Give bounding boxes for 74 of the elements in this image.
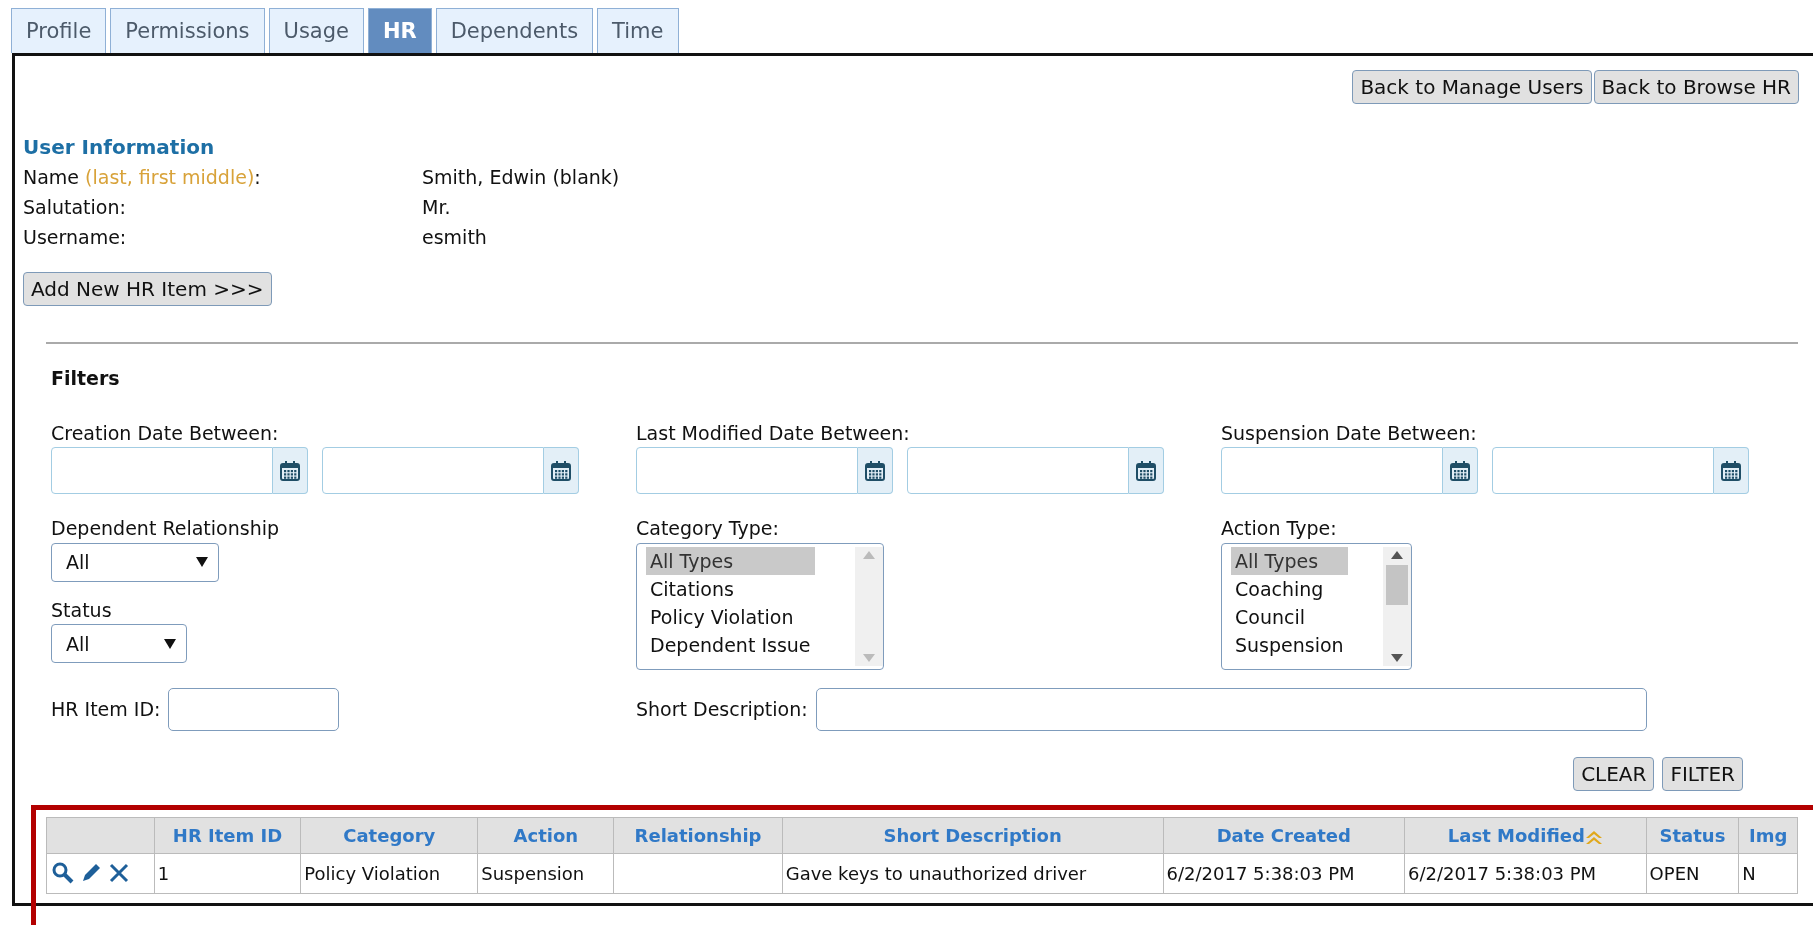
table-cell: N: [1738, 853, 1798, 894]
text-field[interactable]: [168, 687, 340, 731]
filter-label: Suspension Date Between:: [1221, 420, 1478, 446]
scroll-down-icon[interactable]: [1391, 653, 1403, 662]
list-option[interactable]: Suspension: [1231, 630, 1348, 659]
filter-label: Last Modified Date Between:: [636, 420, 911, 446]
calendar-button[interactable]: [1129, 447, 1164, 495]
list-option[interactable]: Policy Violation: [646, 602, 815, 631]
delete-icon[interactable]: [108, 862, 130, 885]
tab[interactable]: Profile: [11, 8, 107, 54]
calendar-button[interactable]: [273, 447, 308, 495]
filter-label: Short Description:: [636, 697, 808, 723]
date-field[interactable]: [322, 447, 544, 495]
tab[interactable]: Time: [597, 8, 679, 54]
table-cell: Policy Violation: [300, 853, 478, 894]
filter-label: Category Type:: [636, 516, 780, 542]
list-option[interactable]: All Types: [646, 546, 815, 575]
table-cell: OPEN: [1646, 853, 1739, 894]
table-cell: Suspension: [477, 853, 614, 894]
table-cell: Gave keys to unauthorized driver: [782, 853, 1164, 894]
dropdown-arrow-icon: [164, 638, 176, 649]
list-option[interactable]: All Types: [1231, 546, 1348, 575]
field-label: Username:: [23, 226, 127, 249]
select-field[interactable]: All: [51, 542, 219, 582]
field-label: Salutation:: [23, 196, 126, 219]
date-field[interactable]: [636, 447, 858, 495]
calendar-icon[interactable]: [279, 459, 301, 482]
calendar-icon[interactable]: [1720, 459, 1742, 482]
list-option[interactable]: Citations: [646, 574, 815, 603]
scrollbar-thumb[interactable]: [1386, 564, 1408, 605]
list-box[interactable]: All Types Coaching Council Suspension: [1221, 542, 1412, 670]
filter-button[interactable]: CLEAR: [1573, 756, 1655, 791]
add-button[interactable]: Add New HR Item >>>: [23, 272, 272, 307]
list-option[interactable]: Coaching: [1231, 574, 1348, 603]
back-button[interactable]: Back to Manage Users: [1352, 70, 1592, 105]
calendar-button[interactable]: [858, 447, 893, 495]
table-cell: 6/2/2017 5:38:03 PM: [1163, 853, 1405, 894]
date-field[interactable]: [907, 447, 1129, 495]
filter-button[interactable]: FILTER: [1662, 756, 1743, 791]
field-value: Mr.: [422, 195, 451, 221]
dropdown-arrow-icon: [196, 557, 208, 568]
section-title: User Information: [23, 134, 216, 162]
calendar-icon[interactable]: [1135, 459, 1157, 482]
text-field[interactable]: [815, 687, 1647, 731]
filter-label: Creation Date Between:: [51, 420, 280, 446]
table-cell: 1: [154, 853, 301, 894]
filter-label: Action Type:: [1221, 516, 1338, 542]
tab[interactable]: Dependents: [435, 8, 594, 54]
date-field[interactable]: [51, 447, 273, 495]
table-cell: 6/2/2017 5:38:03 PM: [1404, 853, 1647, 894]
calendar-button[interactable]: [1443, 447, 1478, 495]
calendar-icon[interactable]: [1449, 459, 1471, 482]
date-field[interactable]: [1492, 447, 1714, 495]
back-button[interactable]: Back to Browse HR: [1593, 70, 1799, 105]
list-option[interactable]: Dependent Issue: [646, 630, 815, 659]
filter-label: Dependent Relationship: [51, 516, 281, 542]
scroll-up-icon[interactable]: [1391, 550, 1403, 559]
select-field[interactable]: All: [51, 624, 187, 664]
list-option[interactable]: Council: [1231, 602, 1348, 631]
field-value: Smith, Edwin (blank): [422, 165, 620, 191]
filter-label: HR Item ID:: [51, 697, 161, 723]
tab[interactable]: Usage: [268, 8, 364, 54]
filter-label: Status: [51, 597, 113, 623]
date-field[interactable]: [1221, 447, 1443, 495]
field-label: Name (last, first middle):: [23, 166, 261, 189]
list-box[interactable]: All Types Citations Policy Violation Dependent Issue: [636, 542, 884, 670]
calendar-button[interactable]: [1714, 447, 1749, 495]
calendar-button[interactable]: [544, 447, 579, 495]
field-value: esmith: [422, 225, 487, 251]
tab[interactable]: Permissions: [110, 8, 265, 54]
section-title: Filters: [51, 366, 121, 392]
calendar-icon[interactable]: [550, 459, 572, 482]
search-icon[interactable]: [52, 862, 74, 885]
calendar-icon[interactable]: [864, 459, 886, 482]
